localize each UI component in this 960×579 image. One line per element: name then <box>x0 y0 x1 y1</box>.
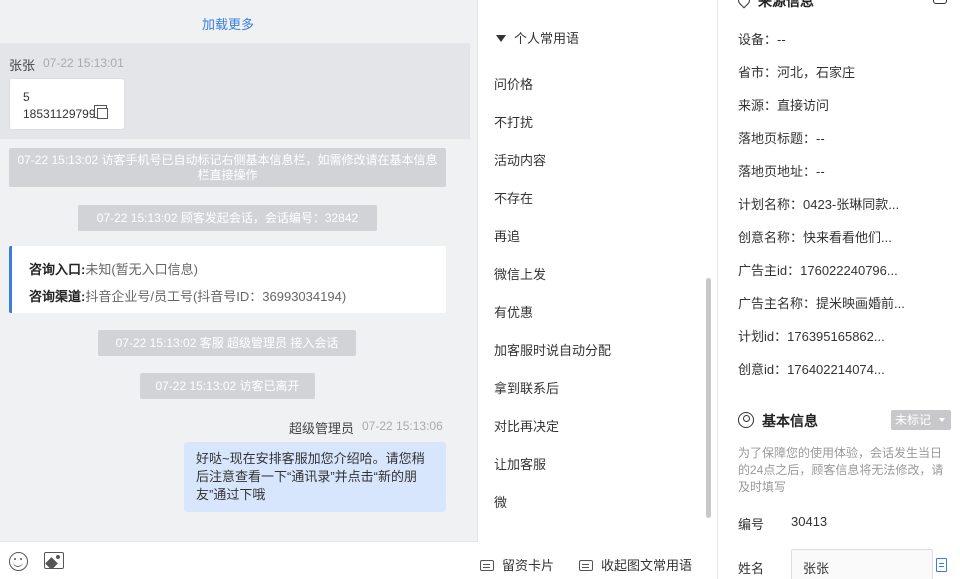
source-row-label: 来源： <box>738 98 778 113</box>
source-row-value: 0423-张琳同款... <box>803 197 900 212</box>
source-row: 创意id：176402214074... <box>738 359 885 378</box>
input-toolbar <box>0 541 478 579</box>
personal-phrases-title: 个人常用语 <box>514 31 580 46</box>
emoji-icon[interactable] <box>9 552 28 571</box>
source-row: 来源：直接访问 <box>738 95 829 114</box>
user-icon <box>738 412 754 428</box>
card-icon <box>480 560 494 571</box>
agent-message-time: 07-22 15:13:06 <box>362 419 443 433</box>
source-row-label: 计划id： <box>738 329 788 344</box>
phrase-item[interactable]: 不打扰 <box>494 112 533 131</box>
personal-phrases-header[interactable]: 个人常用语 <box>496 28 579 47</box>
source-row-label: 广告主id： <box>738 263 801 278</box>
tag-dropdown[interactable]: 未标记 <box>891 410 951 430</box>
source-row-value: 176402214074... <box>787 362 885 377</box>
phrase-item[interactable]: 问价格 <box>494 74 533 93</box>
source-row: 落地页地址：-- <box>738 161 825 180</box>
source-row: 设备：-- <box>738 29 786 48</box>
source-row: 落地页标题：-- <box>738 128 825 147</box>
source-row-value: -- <box>777 32 786 47</box>
consult-channel-label: 咨询渠道: <box>29 289 86 304</box>
phrase-scrollbar[interactable] <box>706 278 711 518</box>
source-row-value: -- <box>816 164 825 179</box>
phrase-panel: 个人常用语 问价格 不打扰 活动内容 不存在 再追 微信上发 有优惠 加客服时说… <box>478 0 718 579</box>
system-message: 07-22 15:13:02 访客手机号已自动标记右侧基本信息栏，如需修改请在基… <box>9 148 446 187</box>
source-info-title: 来源信息 <box>758 0 814 9</box>
source-row: 计划id：176395165862... <box>738 326 885 345</box>
source-row-value: 176395165862... <box>787 329 885 344</box>
source-row-label: 省市： <box>738 65 778 80</box>
consult-entry-label: 咨询入口: <box>29 262 86 277</box>
system-message: 07-22 15:13:02 访客已离开 <box>140 373 315 399</box>
source-row-value: 直接访问 <box>777 98 830 113</box>
source-row-label: 创意名称： <box>738 230 804 245</box>
location-icon <box>735 0 753 9</box>
agent-name: 超级管理员 <box>289 421 355 436</box>
phone-number: 18531129799 <box>23 107 96 121</box>
phrase-item[interactable]: 再追 <box>494 226 520 245</box>
load-more-link[interactable]: 加载更多 <box>0 14 456 33</box>
customer-name: 张张 <box>9 58 36 73</box>
phrase-item[interactable]: 拿到联系后 <box>494 378 559 397</box>
name-field[interactable]: 张张 <box>791 549 933 579</box>
source-row: 计划名称：0423-张琳同款... <box>738 194 899 213</box>
phrase-item[interactable]: 对比再决定 <box>494 416 559 435</box>
source-row-value: 提米映画婚前... <box>816 296 905 311</box>
system-message: 07-22 15:13:02 顾客发起会话，会话编号：32842 <box>78 205 377 231</box>
name-label: 姓名 <box>738 561 765 576</box>
consult-entry-value: 未知(暂无入口信息) <box>85 262 199 277</box>
source-row: 广告主id：176022240796... <box>738 260 898 279</box>
edit-deadline-note: 为了保障您的使用体验，会话发生当日的24点之后，顾客信息将无法修改，请及时填写 <box>738 446 944 494</box>
source-info-header: 来源信息 <box>735 0 814 11</box>
phrase-item[interactable]: 有优惠 <box>494 302 533 321</box>
lead-card-button[interactable]: 留资卡片 <box>480 555 554 574</box>
customer-message-time: 07-22 15:13:01 <box>43 56 124 70</box>
source-row: 广告主名称：提米映画婚前... <box>738 293 905 312</box>
customer-message-card: 5 18531129799 <box>9 78 125 130</box>
phrase-item[interactable]: 微信上发 <box>494 264 546 283</box>
source-row-value: 快来看看他们... <box>803 230 892 245</box>
source-row-label: 广告主名称： <box>738 296 817 311</box>
consult-channel-value: 抖音企业号/员工号(抖音号ID：36993034194) <box>85 289 347 304</box>
source-row-value: 河北，石家庄 <box>777 65 856 80</box>
phrase-item[interactable]: 让加客服 <box>494 454 546 473</box>
consult-entry-row: 咨询入口:未知(暂无入口信息) <box>29 259 198 278</box>
phrase-item[interactable]: 加客服时说自动分配 <box>494 340 611 359</box>
collapse-phrases-button[interactable]: 收起图文常用语 <box>579 555 692 574</box>
system-message: 07-22 15:13:02 客服 超级管理员 接入会话 <box>98 330 356 356</box>
edit-icon[interactable] <box>933 0 947 4</box>
message-line-2: 18531129799 <box>23 106 124 123</box>
source-row-label: 落地页标题： <box>738 131 817 146</box>
customer-info-panel: 来源信息 设备：-- 省市：河北，石家庄 来源：直接访问 落地页标题：-- 落地… <box>718 0 960 579</box>
number-label: 编号 <box>738 517 765 532</box>
copy-icon[interactable] <box>96 108 108 119</box>
source-row-label: 落地页地址： <box>738 164 817 179</box>
caret-down-icon <box>496 35 506 42</box>
consult-info-card: 咨询入口:未知(暂无入口信息) 咨询渠道:抖音企业号/员工号(抖音号ID：369… <box>9 246 446 313</box>
card-icon <box>579 560 593 571</box>
source-row: 省市：河北，石家庄 <box>738 62 855 81</box>
lead-card-label: 留资卡片 <box>502 558 555 573</box>
collapse-phrases-label: 收起图文常用语 <box>601 558 693 573</box>
phrase-item[interactable]: 不存在 <box>494 188 533 207</box>
message-line-1: 5 <box>23 90 30 104</box>
consult-channel-row: 咨询渠道:抖音企业号/员工号(抖音号ID：36993034194) <box>29 286 346 305</box>
agent-message-bubble: 好哒~现在安排客服加您介绍哈。请您稍后注意查看一下“通讯录”并点击“新的朋友”通… <box>184 442 446 512</box>
phrase-footer: 留资卡片 收起图文常用语 <box>478 541 718 579</box>
image-icon[interactable] <box>44 552 64 569</box>
phrase-item[interactable]: 微 <box>494 492 507 511</box>
source-row-label: 计划名称： <box>738 197 804 212</box>
document-icon[interactable] <box>936 558 947 572</box>
number-value: 30413 <box>791 514 828 529</box>
source-row-label: 创意id： <box>738 362 788 377</box>
basic-info-header: 基本信息 <box>738 410 818 431</box>
source-row: 创意名称：快来看看他们... <box>738 227 892 246</box>
phrase-item[interactable]: 活动内容 <box>494 150 546 169</box>
customer-message: 张张 07-22 15:13:01 5 18531129799 <box>0 43 470 139</box>
source-row-value: -- <box>816 131 825 146</box>
source-row-label: 设备： <box>738 32 778 47</box>
chat-panel: 加载更多 张张 07-22 15:13:01 5 18531129799 07-… <box>0 0 478 579</box>
basic-info-title: 基本信息 <box>762 413 818 429</box>
source-row-value: 176022240796... <box>800 263 898 278</box>
